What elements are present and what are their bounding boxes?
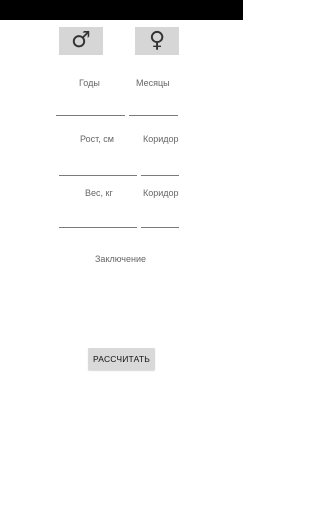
weight-corridor-field[interactable]: [141, 210, 179, 228]
male-icon: ♂: [71, 28, 91, 53]
height-label: Рост, см: [80, 134, 114, 144]
years-field[interactable]: [56, 98, 125, 116]
years-label: Годы: [79, 78, 100, 88]
months-label: Месяцы: [136, 78, 170, 88]
weight-label: Вес, кг: [85, 188, 113, 198]
male-button[interactable]: ♂: [59, 27, 103, 55]
status-bar: [0, 0, 243, 20]
height-field[interactable]: [59, 158, 137, 176]
female-icon: ♀: [148, 28, 166, 53]
conclusion-label: Заключение: [95, 254, 146, 264]
weight-field[interactable]: [59, 210, 137, 228]
weight-corridor-label: Коридор: [143, 188, 179, 198]
months-field[interactable]: [129, 98, 178, 116]
female-button[interactable]: ♀: [135, 27, 179, 55]
height-corridor-label: Коридор: [143, 134, 179, 144]
calculate-button[interactable]: РАССЧИТАТЬ: [88, 348, 155, 370]
height-corridor-field[interactable]: [141, 158, 179, 176]
